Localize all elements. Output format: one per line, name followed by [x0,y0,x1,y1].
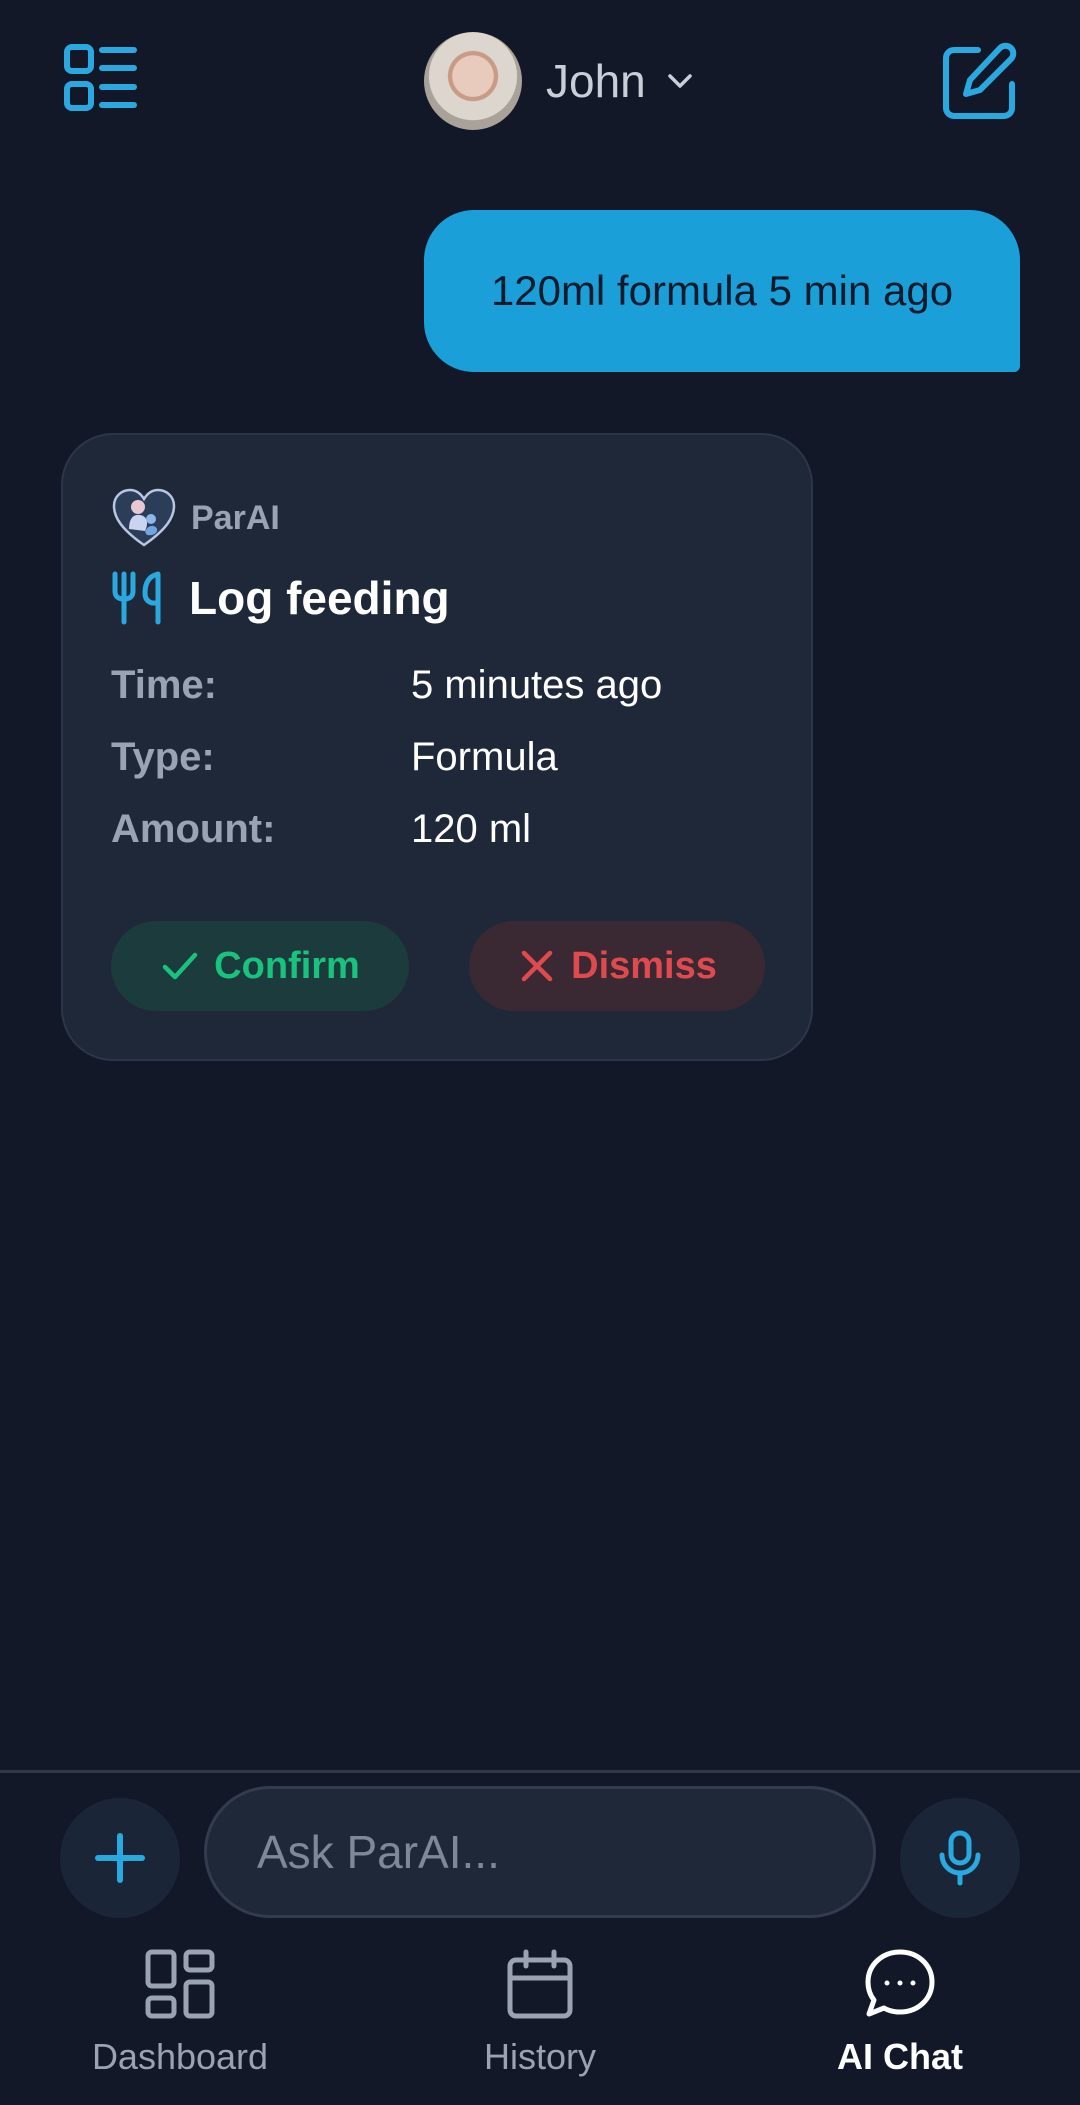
confirm-label: Confirm [214,944,360,987]
nav-label: Dashboard [91,2036,269,2077]
assistant-header: ParAI [111,487,280,549]
field-label: Amount: [111,807,276,851]
fork-knife-icon [112,571,161,625]
nav-dashboard[interactable]: Dashboard [80,1948,280,2078]
confirm-button[interactable]: Confirm [111,921,409,1011]
card-title-row: Log feeding [111,571,450,625]
calendar-icon [507,1949,573,2019]
chevron-down-icon [668,74,692,88]
field-row-type: Type: Formula [111,735,558,780]
field-value: 5 minutes ago [411,663,663,707]
parent-heart-logo-icon [112,488,176,547]
dismiss-label: Dismiss [571,944,717,987]
field-row-time: Time: 5 minutes ago [111,663,662,708]
avatar [424,32,522,130]
user-message-bubble: 120ml formula 5 min ago [424,210,1020,372]
field-value: Formula [411,735,558,779]
assistant-name: ParAI [191,498,280,537]
list-layout-icon[interactable] [62,42,142,122]
field-row-amount: Amount: 120 ml [111,807,531,852]
dismiss-button[interactable]: Dismiss [469,921,765,1011]
dashboard-icon [145,1949,215,2019]
field-value: 120 ml [411,807,532,851]
microphone-icon [939,1830,981,1886]
field-label: Time: [111,663,217,707]
edit-icon[interactable] [938,40,1022,124]
nav-history[interactable]: History [440,1948,640,2078]
chat-bubble-icon [865,1949,935,2017]
microphone-button[interactable] [900,1798,1020,1918]
ai-chat-screen: John 120ml formula 5 min ago ParAI Log f… [0,0,1080,2105]
top-bar: John [0,0,1080,165]
close-icon [521,950,553,982]
profile-name: John [546,55,646,107]
profile-switcher[interactable]: John [424,32,696,130]
ai-action-card: ParAI Log feeding Time: 5 minutes ago Ty… [61,433,813,1061]
card-title: Log feeding [189,572,450,624]
composer-divider [0,1770,1080,1773]
nav-label: AI Chat [837,2036,963,2077]
checkmark-icon [162,952,198,980]
nav-ai-chat[interactable]: AI Chat [800,1948,1000,2078]
add-button[interactable] [60,1798,180,1918]
plus-icon [95,1833,145,1883]
field-label: Type: [111,735,215,779]
nav-label: History [483,2036,596,2077]
user-message-text: 120ml formula 5 min ago [490,267,954,314]
chat-input[interactable] [204,1786,876,1918]
